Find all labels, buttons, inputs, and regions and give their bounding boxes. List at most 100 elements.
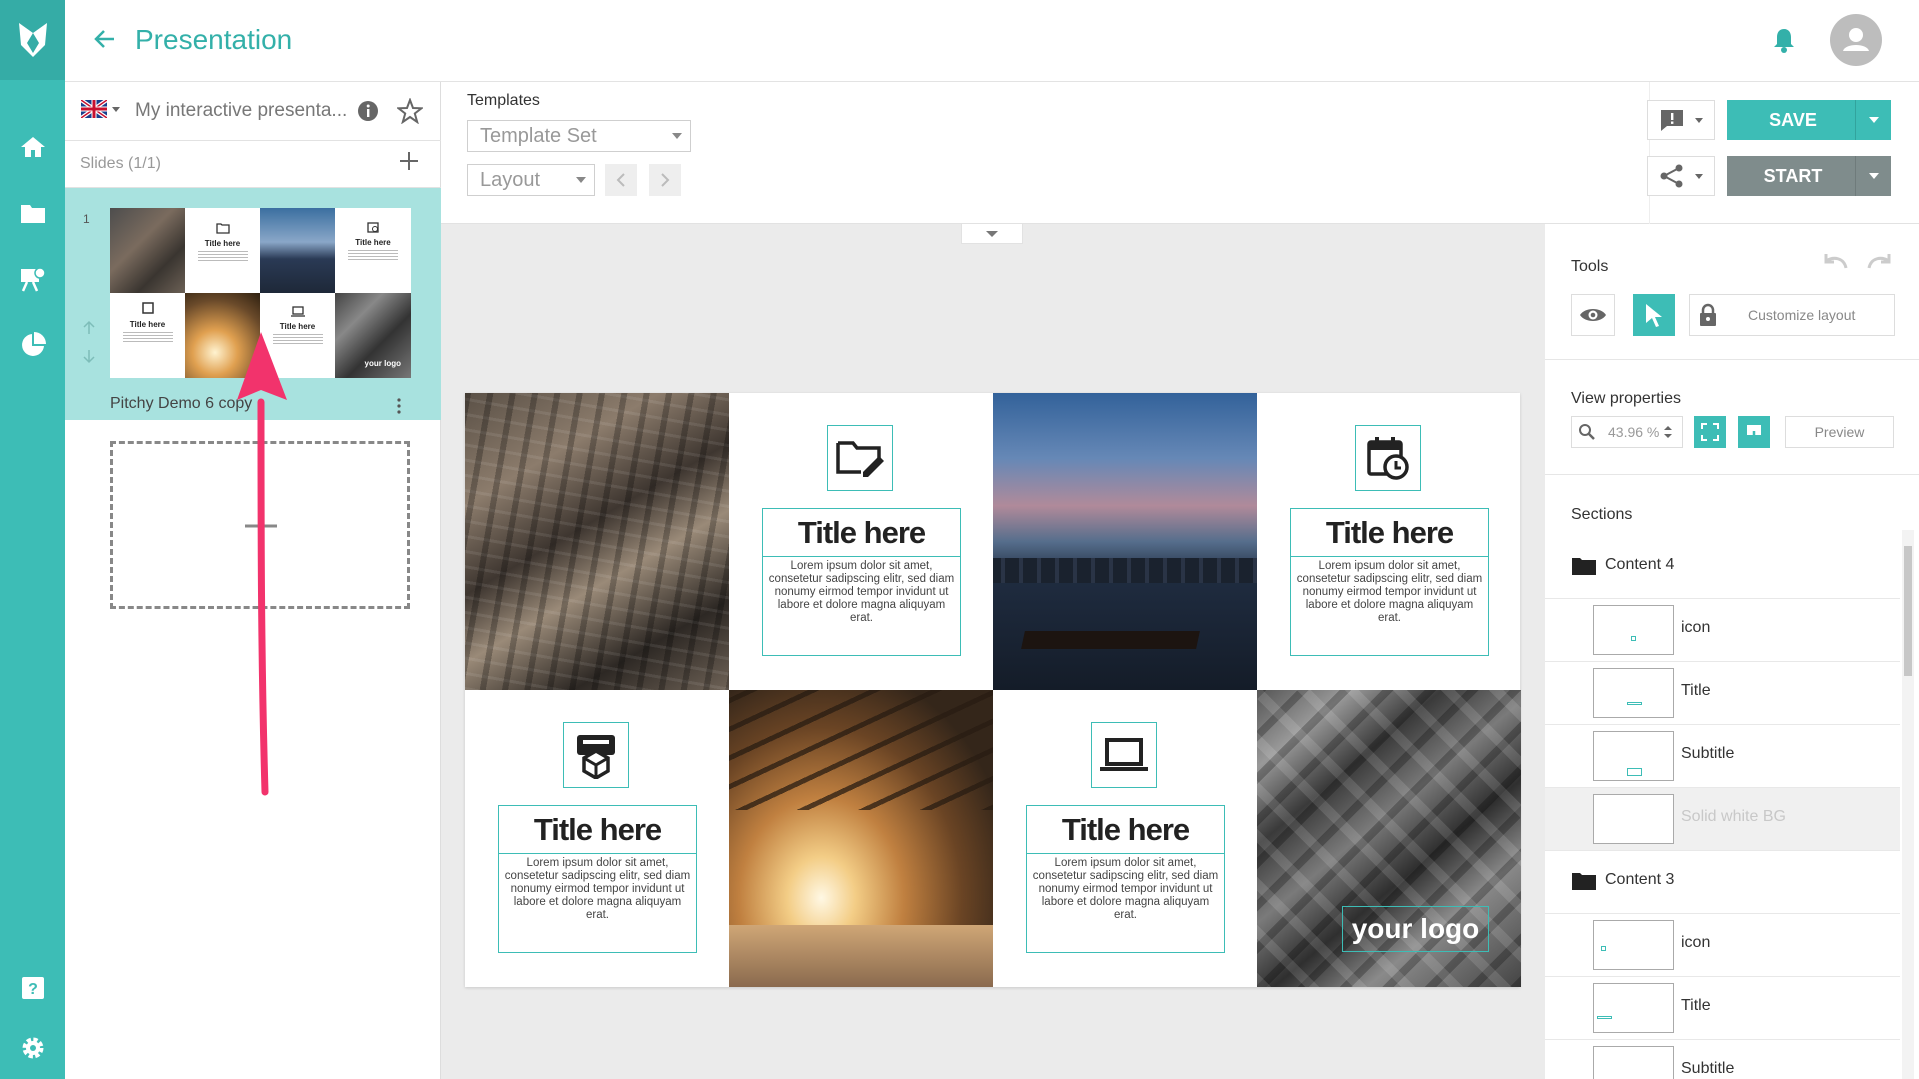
prev-layout-button[interactable] [605, 164, 637, 196]
content-tile[interactable]: Title here Lorem ipsum dolor sit amet, c… [465, 690, 729, 987]
share-button[interactable] [1647, 156, 1715, 196]
settings-gear-icon[interactable] [0, 1023, 65, 1073]
tile-text[interactable]: Lorem ipsum dolor sit amet, consetetur s… [1027, 854, 1224, 925]
add-slide-plus-icon[interactable] [398, 150, 420, 177]
item-label: icon [1681, 934, 1711, 951]
language-selector[interactable] [81, 100, 120, 118]
tile-title[interactable]: Title here [1027, 806, 1224, 854]
home-icon[interactable] [0, 122, 65, 172]
start-button[interactable]: START [1727, 156, 1891, 196]
title-box[interactable]: Title here Lorem ipsum dolor sit amet, c… [1026, 805, 1225, 953]
folder-icon [1572, 873, 1596, 890]
section-name: Content 4 [1605, 556, 1675, 573]
slide-name[interactable]: Pitchy Demo 6 copy [110, 395, 252, 413]
redo-icon[interactable] [1865, 250, 1895, 277]
presentation-name[interactable]: My interactive presenta... [135, 100, 347, 122]
section-name: Content 3 [1605, 871, 1675, 888]
screen-mode-button[interactable] [1738, 416, 1770, 448]
pier-image[interactable] [729, 690, 993, 987]
sea [729, 925, 993, 987]
save-button[interactable]: SAVE [1727, 100, 1891, 140]
content-tile[interactable]: Title here Lorem ipsum dolor sit amet, c… [1257, 393, 1521, 690]
laptop-icon [290, 306, 305, 317]
item-thumbnail [1593, 920, 1674, 970]
undo-icon[interactable] [1820, 250, 1850, 277]
comments-button[interactable] [1647, 100, 1715, 140]
section-item[interactable]: Subtitle [1545, 1040, 1900, 1079]
divider [1545, 359, 1919, 360]
layout-value: Layout [480, 168, 541, 191]
section-item[interactable]: Title [1545, 662, 1900, 725]
title-box[interactable]: Title here Lorem ipsum dolor sit amet, c… [762, 508, 961, 656]
notifications-bell-icon[interactable] [1771, 26, 1797, 59]
aerial-image[interactable]: your logo [1257, 690, 1521, 987]
content-tile[interactable]: Title here Lorem ipsum dolor sit amet, c… [993, 690, 1257, 987]
thumb-text-lines [197, 251, 248, 263]
ship [1021, 631, 1200, 649]
favorite-star-icon[interactable] [395, 97, 425, 129]
back-arrow-icon[interactable] [92, 26, 118, 57]
editor-toolbar: Templates Template Set Layout SAVE START [441, 82, 1919, 224]
preview-button[interactable]: Preview [1785, 416, 1894, 448]
content-tile[interactable]: Title here Lorem ipsum dolor sit amet, c… [729, 393, 993, 690]
section-item[interactable]: Title [1545, 977, 1900, 1040]
app-logo[interactable] [0, 0, 65, 80]
start-label: START [1763, 165, 1823, 186]
tile-title[interactable]: Title here [763, 509, 960, 557]
more-vertical-icon[interactable] [396, 398, 402, 419]
preview-eye-button[interactable] [1571, 294, 1615, 336]
start-options-dropdown[interactable] [1855, 156, 1891, 196]
avatar[interactable] [1830, 14, 1882, 66]
skyline [993, 558, 1257, 583]
folder-icon[interactable] [0, 188, 65, 238]
help-icon[interactable]: ? [0, 963, 65, 1013]
zoom-field[interactable]: 43.96 % [1571, 416, 1683, 448]
save-options-dropdown[interactable] [1855, 100, 1891, 140]
icon-box[interactable] [563, 722, 629, 788]
title-box[interactable]: Title here Lorem ipsum dolor sit amet, c… [498, 805, 697, 953]
tile-title[interactable]: Title here [1291, 509, 1488, 557]
title-box[interactable]: Title here Lorem ipsum dolor sit amet, c… [1290, 508, 1489, 656]
harbor-image[interactable] [993, 393, 1257, 690]
item-label: icon [1681, 619, 1711, 636]
tile-title[interactable]: Title here [499, 806, 696, 854]
icon-box[interactable] [1355, 425, 1421, 491]
tile-text[interactable]: Lorem ipsum dolor sit amet, consetetur s… [763, 557, 960, 628]
presentation-icon[interactable] [0, 254, 65, 304]
laptop-icon [1100, 738, 1148, 771]
page-title: Presentation [135, 24, 293, 55]
select-tool-button[interactable] [1633, 294, 1675, 336]
section-item[interactable]: icon [1545, 914, 1900, 977]
logo-placeholder[interactable]: your logo [1342, 906, 1489, 952]
templates-label: Templates [467, 92, 540, 109]
template-set-dropdown[interactable]: Template Set [467, 120, 691, 152]
section-folder[interactable]: Content 3 [1545, 851, 1900, 914]
city-image[interactable] [465, 393, 729, 690]
tile-text[interactable]: Lorem ipsum dolor sit amet, consetetur s… [499, 854, 696, 925]
icon-box[interactable] [1091, 722, 1157, 788]
analytics-pie-icon[interactable] [0, 320, 65, 370]
section-item[interactable]: Subtitle [1545, 725, 1900, 788]
icon-box[interactable] [827, 425, 893, 491]
section-folder[interactable]: Content 4 [1545, 536, 1900, 599]
move-up-arrow-icon[interactable] [82, 320, 96, 341]
section-item[interactable]: Solid white BG [1545, 788, 1900, 851]
slide-canvas[interactable]: Title here Lorem ipsum dolor sit amet, c… [465, 393, 1521, 987]
slides-panel: My interactive presenta... Slides (1/1) … [65, 82, 441, 1079]
printer-box-icon [141, 302, 154, 314]
customize-layout-button[interactable]: Customize layout [1689, 294, 1895, 336]
item-thumbnail [1593, 1046, 1674, 1079]
layout-dropdown[interactable]: Layout [467, 164, 595, 196]
scrollbar-thumb[interactable] [1904, 546, 1912, 676]
section-item[interactable]: icon [1545, 599, 1900, 662]
fit-screen-button[interactable] [1694, 416, 1726, 448]
move-down-arrow-icon[interactable] [82, 348, 96, 369]
expand-icon [1701, 423, 1719, 441]
next-layout-button[interactable] [649, 164, 681, 196]
info-icon[interactable] [357, 100, 379, 127]
toolbar-collapse-tab[interactable] [961, 224, 1023, 244]
scrollbar[interactable] [1902, 530, 1914, 1079]
customize-layout-label: Customize layout [1748, 307, 1856, 323]
chevron-down-icon [1695, 117, 1703, 123]
tile-text[interactable]: Lorem ipsum dolor sit amet, consetetur s… [1291, 557, 1488, 628]
